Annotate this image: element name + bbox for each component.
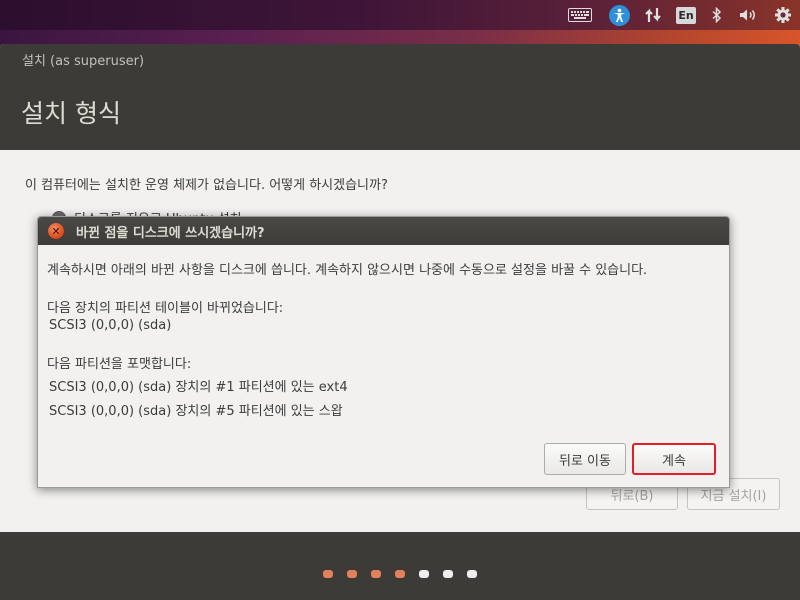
system-gear-icon[interactable] [766,0,800,30]
keyboard-icon[interactable] [558,0,602,30]
page-title: 설치 형식 [21,99,121,128]
dialog-titlebar[interactable]: ✕ 바뀐 점을 디스크에 쓰시겠습니까? [38,217,729,245]
top-panel: En [0,0,800,30]
installer-window: 설치 (as superuser) 설치 형식 이 컴퓨터에는 설치한 운영 체… [0,44,800,600]
progress-dot-done [347,570,357,578]
dialog-title: 바뀐 점을 디스크에 쓰시겠습니까? [76,226,265,241]
progress-dot-done [371,570,381,578]
dialog-intro-text: 계속하시면 아래의 바뀐 사항을 디스크에 씁니다. 계속하지 않으시면 나중에… [47,263,648,278]
language-indicator[interactable]: En [670,0,702,30]
install-question: 이 컴퓨터에는 설치한 운영 체제가 없습니다. 어떻게 하시겠습니까? [25,178,388,193]
sound-icon[interactable] [732,0,766,30]
window-footer [0,532,800,600]
accessibility-icon[interactable] [602,0,636,30]
network-icon[interactable] [636,0,670,30]
partition-table-heading: 다음 장치의 파티션 테이블이 바뀌었습니다: [47,301,284,316]
indicator-area: En [558,0,800,30]
progress-dot-pending [467,570,477,578]
dialog-continue-button[interactable]: 계속 [632,443,716,475]
progress-dot-done [395,570,405,578]
format-heading: 다음 파티션을 포맷합니다: [47,357,192,372]
dialog-back-button[interactable]: 뒤로 이동 [544,443,626,475]
progress-dot-pending [419,570,429,578]
window-title: 설치 (as superuser) [22,54,145,69]
progress-dot-pending [443,570,453,578]
window-titlebar[interactable]: 설치 (as superuser) 설치 형식 [0,44,800,150]
format-item: SCSI3 (0,0,0) (sda) 장치의 #1 파티션에 있는 ext4 [49,380,348,395]
confirm-write-dialog: ✕ 바뀐 점을 디스크에 쓰시겠습니까? 계속하시면 아래의 바뀐 사항을 디스… [37,216,730,488]
close-icon[interactable]: ✕ [48,223,64,239]
progress-dots [0,570,800,578]
bluetooth-icon[interactable] [702,0,732,30]
language-label: En [676,6,696,24]
format-item: SCSI3 (0,0,0) (sda) 장치의 #5 파티션에 있는 스왑 [49,404,343,419]
partition-table-device: SCSI3 (0,0,0) (sda) [49,318,172,333]
progress-dot-done [323,570,333,578]
